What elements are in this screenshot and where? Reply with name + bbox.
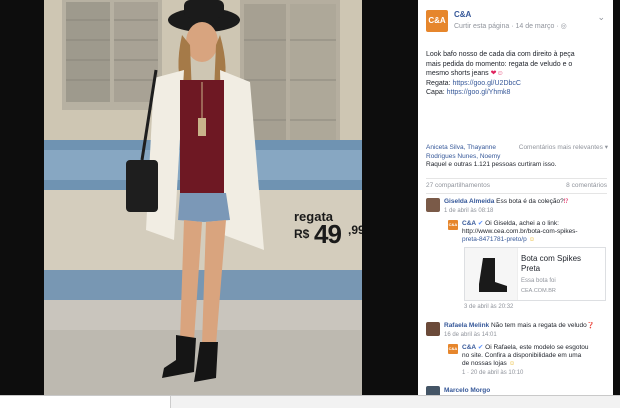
comment-author[interactable]: Marcelo Morgo [444,387,490,394]
link-preview-card[interactable]: Bota com Spikes Preta Essa bota foi CEA.C… [464,247,606,301]
reply-link-row: preta-8471781-preto/p ☺ [462,236,608,245]
avatar[interactable] [426,386,440,395]
regata-link[interactable]: https://goo.gl/U2DbcC [452,80,520,87]
avatar-text: C&A [428,16,446,25]
price-decimals: ,99 [348,223,362,237]
reply-body-3-text: de nossas lojas [462,360,507,367]
post-text-line: Look bafo nosso de cada dia com direito … [426,51,575,58]
reply-body-3: de nossas lojas ☺ [462,360,608,369]
post-header: C&A C&A Curtir esta página · 14 de março… [426,8,607,34]
reply-meta: 1 · 20 de abril às 10:10 [462,370,524,376]
comments-count[interactable]: 8 comentários [566,182,607,189]
divider [426,193,607,194]
avatar[interactable] [426,198,440,212]
capa-link-label: Capa: [426,89,447,97]
verified-icon: ✔ [477,220,484,227]
exclamation-question-emoji-icon: ⁉ [563,198,569,205]
regata-link-label: Regata: [426,79,453,87]
bottom-left-box [0,396,171,408]
reply-avatar[interactable]: C&A [448,220,458,230]
divider [426,178,607,179]
price-tag: regata R$ 49 ,99 [292,205,362,257]
link-domain: CEA.COM.BR [521,288,556,294]
comment-meta: 16 de abril às 14:01 [444,332,497,338]
reply-meta: 3 de abril às 20:32 [464,304,514,310]
smile-emoji-icon: ☺ [508,360,516,367]
comment-body: Não tem mais a regata de veludo [490,322,587,329]
reply-body: Oi Rafaela, este modelo se esgotou [485,344,589,351]
comment-sort-dropdown[interactable]: Comentários mais relevantes ▾ [519,144,608,153]
chevron-down-icon[interactable]: ⌄ [597,12,605,23]
link-title-line-1: Bota com Spikes [521,254,582,263]
comment-body: Ess bota é da coleção? [496,198,564,205]
capa-link-row: Capa: https://goo.gl/Yhmk8 [426,88,606,98]
comment-author[interactable]: Rafaela Melink [444,322,489,329]
post-sidebar: C&A C&A Curtir esta página · 14 de março… [418,0,613,395]
capa-link[interactable]: https://goo.gl/Yhmk8 [447,89,511,96]
likers-line-2[interactable]: Rodrigues Nunes, Noemy [426,153,608,162]
heart-eyes-emoji-icon: ☺ [496,70,504,78]
bottom-strip [0,395,620,408]
comment-meta: 1 de abril às 08:18 [444,208,494,214]
avatar[interactable] [426,322,440,336]
comment-text: Giselda Almeida Ess bota é da coleção?⁉ [444,198,608,207]
page-avatar[interactable]: C&A [426,10,448,32]
likes-summary: Aniceta Silva, Thayanne Rodrigues Nunes,… [426,144,608,170]
post-text-line-3: mesmo shorts jeans [426,70,489,78]
engagement-counts: 27 compartilhamentos 8 comentários [426,182,607,189]
photo-illustration [44,0,362,395]
post-meta: Curtir esta página · 14 de março · ◎ [454,22,567,30]
link-title-line-2: Preta [521,264,541,273]
price-currency: R$ [294,227,310,241]
globe-icon: ◎ [560,23,567,30]
likers-line-3: Raquel e outras 1.121 pessoas curtiram i… [426,161,557,168]
post-text-line: mais pedida do momento: regata de veludo… [426,60,573,68]
reply-avatar[interactable]: C&A [448,344,458,354]
verified-icon: ✔ [477,344,484,351]
viewer-stage: regata R$ 49 ,99 C&A C&A Curtir esta pág… [0,0,620,408]
shares-count[interactable]: 27 compartilhamentos [426,182,490,189]
reply-author[interactable]: C&A [462,344,476,351]
comment-text: Marcelo Morgo [444,387,608,395]
smile-emoji-icon: ☺ [528,236,536,243]
boot-thumbnail [465,248,518,300]
page-name-link[interactable]: C&A [454,10,471,19]
post-photo[interactable]: regata R$ 49 ,99 [44,0,362,395]
comment-text: Rafaela Melink Não tem mais a regata de … [444,322,608,331]
comment-author[interactable]: Giselda Almeida [444,198,494,205]
link-title: Bota com Spikes Preta [521,254,601,274]
reply-author[interactable]: C&A [462,220,476,227]
post-timestamp[interactable]: Curtir esta página · 14 de março · [454,23,559,30]
link-description: Essa bota foi [521,278,556,284]
post-text-line: mesmo shorts jeans ❤☺ [426,69,606,79]
reply-link-2[interactable]: preta-8471781-preto/p [462,236,527,243]
post-text: Look bafo nosso de cada dia com direito … [426,50,606,98]
price-integer: 49 [314,219,342,249]
question-emoji-icon: ❓ [586,322,595,329]
reply-body: Oi Giselda, achei a o link: [485,220,559,227]
boot-image [479,258,507,292]
regata-link-row: Regata: https://goo.gl/U2DbcC [426,79,606,89]
